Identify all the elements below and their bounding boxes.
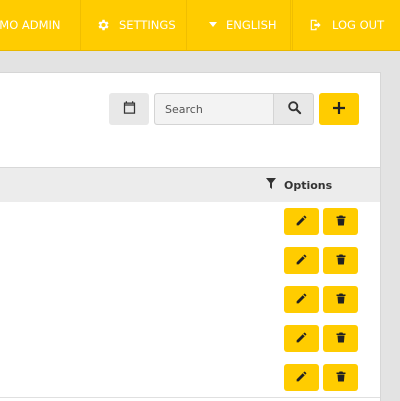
delete-button[interactable] — [323, 325, 358, 352]
trash-icon — [335, 290, 347, 309]
add-button[interactable] — [319, 93, 359, 125]
nav-settings[interactable]: SETTINGS — [81, 0, 187, 50]
content-panel: Options — [0, 72, 381, 401]
plus-icon — [332, 100, 346, 119]
pencil-icon — [295, 251, 308, 270]
caret-down-icon — [209, 22, 217, 28]
delete-button[interactable] — [323, 247, 358, 274]
search-box — [154, 93, 314, 125]
delete-button[interactable] — [323, 286, 358, 313]
edit-button[interactable] — [284, 247, 319, 274]
table-row — [0, 241, 380, 281]
search-button[interactable] — [275, 94, 313, 124]
table-row — [0, 202, 380, 242]
logout-icon — [309, 18, 323, 32]
pencil-icon — [295, 290, 308, 309]
pencil-icon — [295, 329, 308, 348]
options-column-header[interactable]: Options — [266, 168, 332, 202]
delete-button[interactable] — [323, 364, 358, 391]
nav-language-label: ENGLISH — [226, 18, 277, 32]
gear-icon — [96, 18, 110, 32]
table-header: Options — [0, 167, 380, 203]
table-row — [0, 280, 380, 320]
edit-button[interactable] — [284, 286, 319, 313]
filter-icon — [266, 178, 276, 192]
top-navbar: EMO ADMIN SETTINGS ENGLISH LOG OUT — [0, 0, 400, 51]
edit-button[interactable] — [284, 325, 319, 352]
nav-language[interactable]: ENGLISH — [188, 0, 291, 50]
nav-logout-label: LOG OUT — [332, 18, 385, 32]
calendar-icon — [122, 100, 137, 119]
nav-settings-label: SETTINGS — [119, 18, 176, 32]
nav-admin[interactable]: EMO ADMIN — [0, 0, 81, 50]
calendar-button[interactable] — [109, 93, 149, 125]
nav-logout[interactable]: LOG OUT — [292, 0, 400, 50]
trash-icon — [335, 368, 347, 387]
search-input[interactable] — [155, 94, 274, 124]
pencil-icon — [295, 212, 308, 231]
trash-icon — [335, 329, 347, 348]
trash-icon — [335, 212, 347, 231]
delete-button[interactable] — [323, 208, 358, 235]
nav-admin-label: EMO ADMIN — [0, 18, 61, 32]
edit-button[interactable] — [284, 208, 319, 235]
search-icon — [287, 100, 302, 119]
pencil-icon — [295, 368, 308, 387]
edit-button[interactable] — [284, 364, 319, 391]
options-header-label: Options — [284, 178, 333, 192]
table-row — [0, 319, 380, 359]
trash-icon — [335, 251, 347, 270]
table-row — [0, 358, 380, 398]
